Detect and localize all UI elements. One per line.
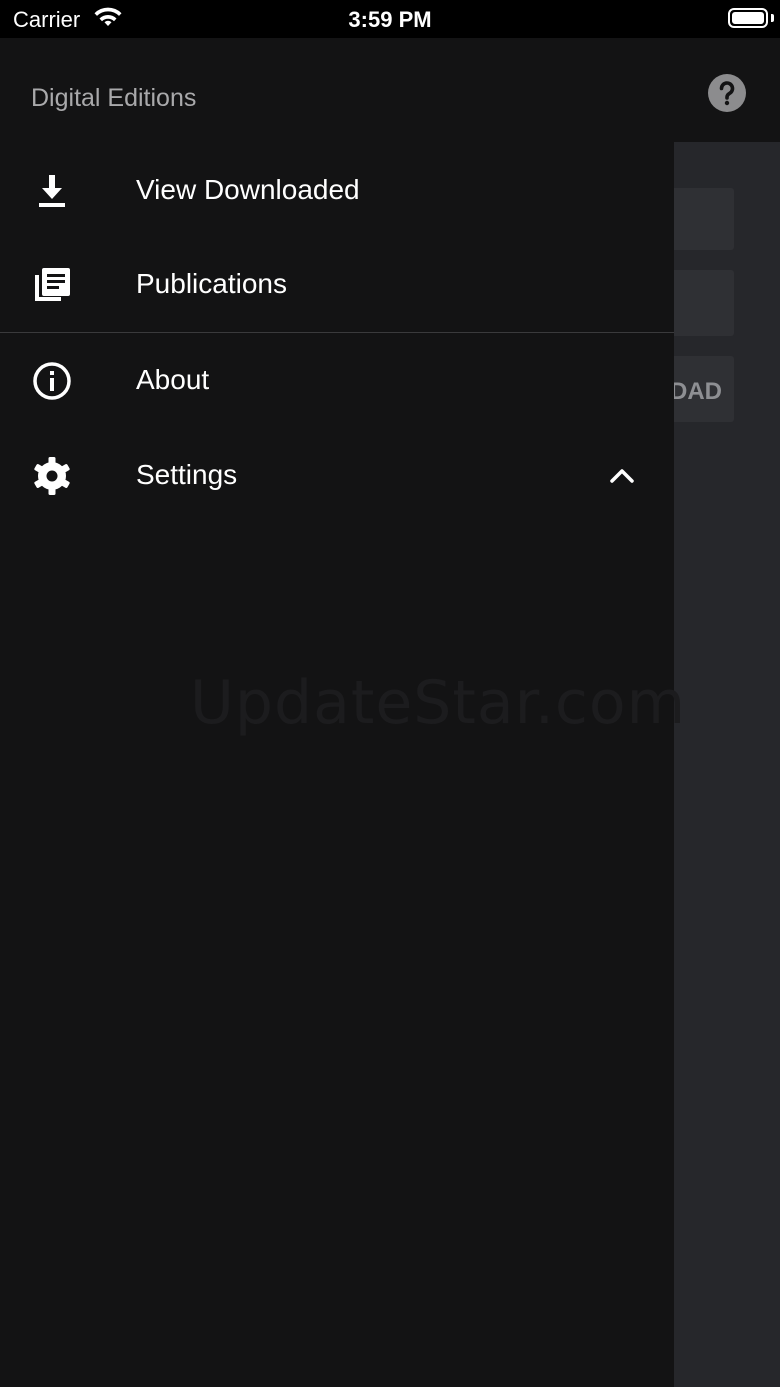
publications-icon [35, 268, 70, 301]
menu-item-label: View Downloaded [136, 174, 360, 205]
menu-item-label: Publications [136, 268, 287, 299]
chevron-up-icon[interactable] [604, 460, 640, 490]
gear-icon [34, 457, 70, 495]
menu-item-view-downloaded[interactable]: View Downloaded [0, 145, 674, 235]
status-bar: Carrier 3:59 PM [0, 0, 780, 38]
menu-item-about[interactable]: About [0, 335, 674, 425]
menu-item-label: About [136, 364, 210, 395]
navigation-drawer: Digital Editions View Downloaded Publica… [0, 38, 685, 1387]
drawer-title: Digital Editions [31, 84, 197, 112]
menu-item-label: Settings [136, 459, 238, 490]
battery-icon [728, 8, 768, 28]
watermark: UpdateStar.com [190, 668, 687, 738]
menu-divider [0, 332, 674, 333]
menu-item-publications[interactable]: Publications [0, 239, 674, 329]
menu-item-settings[interactable]: Settings [0, 430, 674, 520]
download-icon [39, 175, 65, 207]
battery-cap [771, 14, 774, 22]
info-icon [33, 362, 71, 400]
download-button-label: DAD [670, 378, 722, 405]
help-icon[interactable] [708, 74, 746, 112]
clock: 3:59 PM [348, 7, 432, 32]
